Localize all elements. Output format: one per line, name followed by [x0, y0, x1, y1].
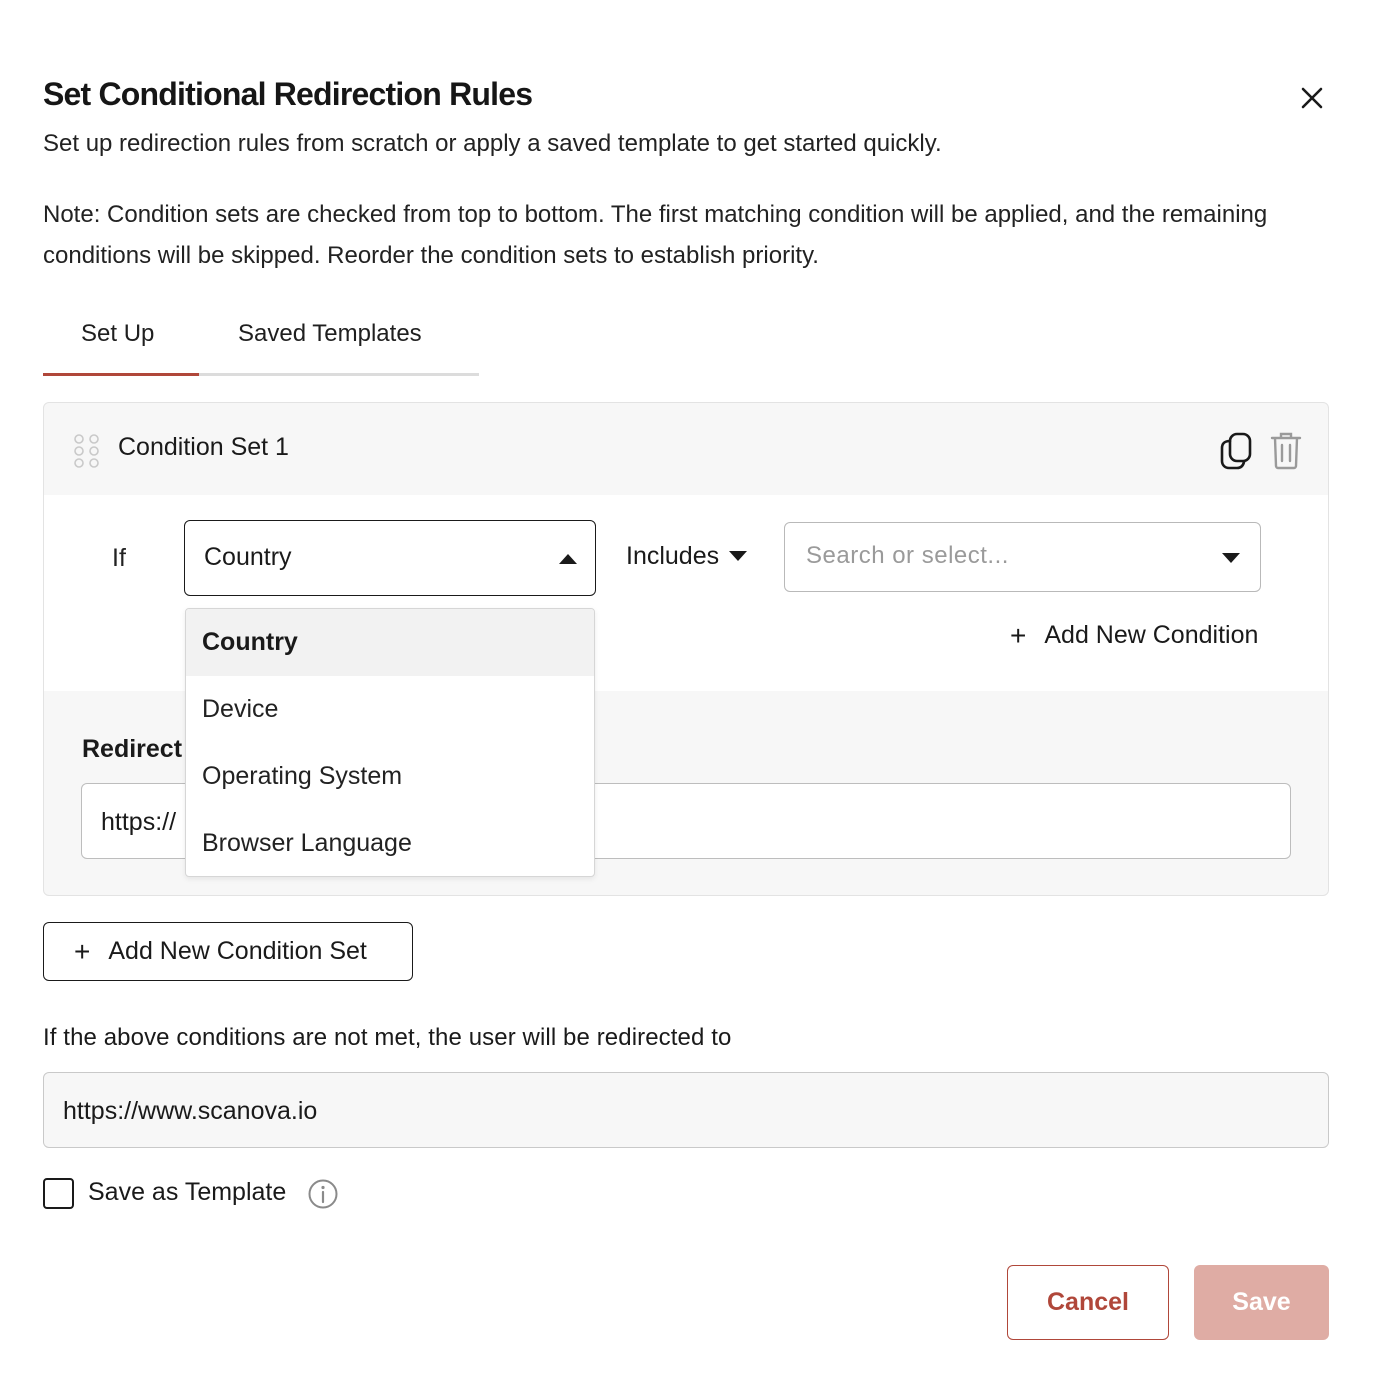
chevron-down-icon — [729, 551, 748, 561]
save-template-label: Save as Template — [88, 1178, 287, 1206]
condition-field-select[interactable]: Country — [184, 520, 596, 596]
condition-value-select[interactable] — [784, 522, 1261, 592]
redirect-label: Redirect — [82, 735, 183, 763]
chevron-up-icon — [559, 554, 577, 564]
add-condition-label: Add New Condition — [1044, 621, 1259, 649]
save-template-checkbox[interactable] — [43, 1178, 74, 1209]
condition-set-header: Condition Set 1 — [44, 403, 1328, 495]
cancel-button[interactable]: Cancel — [1007, 1265, 1169, 1340]
close-button[interactable] — [1294, 80, 1330, 116]
tab-bar: Set Up Saved Templates — [43, 308, 479, 376]
chevron-down-icon — [1222, 553, 1240, 563]
tab-saved-templates[interactable]: Saved Templates — [238, 320, 422, 348]
close-icon — [1301, 87, 1323, 109]
tab-set-up[interactable]: Set Up — [81, 320, 154, 348]
fallback-url-input[interactable] — [63, 1093, 1263, 1129]
condition-value-input[interactable] — [806, 539, 1196, 573]
condition-set-title: Condition Set 1 — [118, 433, 289, 461]
duplicate-button[interactable] — [1218, 431, 1254, 471]
field-option-operating-system[interactable]: Operating System — [186, 743, 594, 810]
add-condition-set-button[interactable]: + Add New Condition Set — [43, 922, 413, 981]
if-label: If — [112, 544, 126, 572]
field-option-device[interactable]: Device — [186, 676, 594, 743]
drag-handle-icon[interactable] — [72, 433, 102, 469]
plus-icon: + — [1010, 619, 1027, 651]
dialog-subtitle: Set up redirection rules from scratch or… — [43, 130, 942, 157]
fallback-label: If the above conditions are not met, the… — [43, 1024, 732, 1051]
field-options-dropdown: Country Device Operating System Browser … — [185, 608, 595, 877]
info-icon[interactable] — [307, 1178, 339, 1210]
operator-value: Includes — [626, 542, 720, 570]
trash-icon — [1270, 432, 1302, 470]
field-option-country[interactable]: Country — [186, 609, 594, 676]
delete-button[interactable] — [1268, 431, 1304, 471]
field-option-browser-language[interactable]: Browser Language — [186, 810, 594, 876]
add-condition-set-label: Add New Condition Set — [108, 937, 367, 965]
active-tab-indicator — [43, 373, 199, 376]
condition-field-value: Country — [204, 543, 292, 571]
fallback-url-field[interactable] — [43, 1072, 1329, 1148]
operator-select[interactable]: Includes — [626, 542, 748, 571]
plus-icon: + — [74, 935, 91, 967]
add-condition-button[interactable]: + Add New Condition — [1010, 621, 1258, 650]
dialog-title: Set Conditional Redirection Rules — [43, 76, 533, 112]
copy-icon — [1220, 432, 1252, 470]
priority-note: Note: Condition sets are checked from to… — [43, 201, 1268, 269]
save-button[interactable]: Save — [1194, 1265, 1329, 1340]
